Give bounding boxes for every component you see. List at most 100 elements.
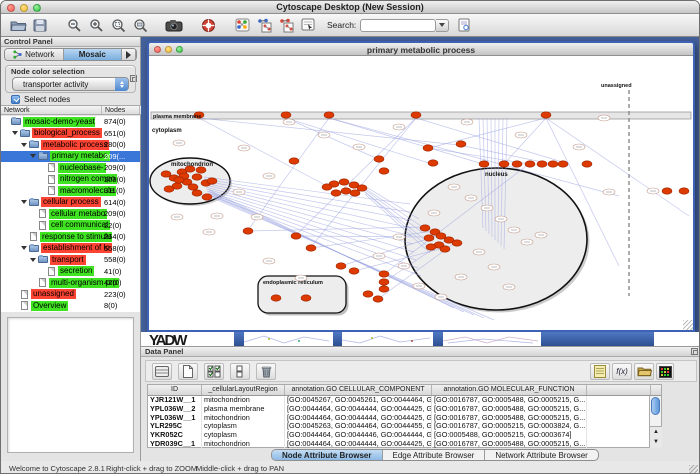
table-cell[interactable]: mitochondrion bbox=[202, 414, 285, 423]
tree-row[interactable]: nitrogen compo209(0) bbox=[1, 174, 140, 186]
tree-row-label[interactable]: primary metabo bbox=[50, 151, 110, 161]
zoom-in-icon[interactable] bbox=[85, 15, 107, 35]
expand-arrow-icon[interactable] bbox=[30, 258, 36, 265]
table-cell[interactable]: [GO:0016787, GO:0005488, GO:0005215, G..… bbox=[432, 414, 587, 423]
tree-row[interactable]: cell communicat22(0) bbox=[1, 220, 140, 232]
network-node[interactable] bbox=[339, 179, 349, 185]
table-row[interactable]: YPL036W__1mitochondrion[GO:0044464, GO:0… bbox=[148, 414, 661, 423]
network-node[interactable] bbox=[289, 158, 299, 164]
network-canvas[interactable]: plasma membranecytoplasmmitochondrionnuc… bbox=[149, 56, 693, 330]
network-node[interactable] bbox=[306, 245, 316, 251]
network-node[interactable] bbox=[349, 268, 359, 274]
tree-row-label[interactable]: cellular process bbox=[41, 197, 101, 207]
network-node[interactable] bbox=[428, 160, 438, 166]
tree-column-network[interactable]: Network bbox=[1, 106, 102, 114]
tree-row[interactable]: multi-organism pro42(0) bbox=[1, 277, 140, 289]
table-cell[interactable] bbox=[587, 405, 651, 414]
table-cell[interactable]: [GO:0045263, GO:0044464, GO:0044455, G..… bbox=[285, 422, 432, 431]
table-row[interactable]: YKR052Ccytoplasm[GO:0044464, GO:0044446,… bbox=[148, 431, 661, 440]
network-node[interactable] bbox=[281, 112, 291, 118]
expand-arrow-icon[interactable] bbox=[21, 143, 27, 150]
network-node[interactable] bbox=[324, 112, 334, 118]
network-node[interactable] bbox=[440, 246, 450, 252]
table-cell[interactable]: plasma membrane bbox=[202, 405, 285, 414]
tree-row[interactable]: transport558(0) bbox=[1, 254, 140, 266]
table-cell[interactable] bbox=[587, 396, 651, 405]
delete-attribute-icon[interactable] bbox=[256, 363, 276, 380]
network-node[interactable] bbox=[188, 184, 198, 190]
tree-row[interactable]: secretion41(0) bbox=[1, 266, 140, 278]
scrollbar-thumb[interactable] bbox=[651, 397, 660, 415]
annotation-panel-icon[interactable] bbox=[590, 363, 610, 380]
network-node[interactable] bbox=[271, 295, 281, 301]
network-node[interactable] bbox=[423, 145, 433, 151]
table-column-header[interactable]: ID bbox=[148, 385, 202, 395]
zoom-selected-icon[interactable] bbox=[107, 15, 129, 35]
network-node[interactable] bbox=[662, 188, 672, 194]
table-cell[interactable]: mitochondrion bbox=[202, 396, 285, 405]
network-node[interactable] bbox=[512, 161, 522, 167]
expand-arrow-icon[interactable] bbox=[21, 200, 27, 207]
table-column-header[interactable]: _cellularLayoutRegion bbox=[202, 385, 285, 395]
select-nodes-checkbox[interactable] bbox=[11, 95, 20, 104]
network-node[interactable] bbox=[301, 295, 311, 301]
network-resize-grip[interactable] bbox=[683, 320, 693, 330]
table-cell[interactable]: [GO:0016787, GO:0005215, GO:0003824, G..… bbox=[432, 422, 587, 431]
table-column-header[interactable]: annotation.GO MOLECULAR_FUNCTION bbox=[432, 385, 587, 395]
network-node[interactable] bbox=[541, 112, 551, 118]
table-cell[interactable]: cytoplasm bbox=[202, 431, 285, 440]
scroll-down-icon[interactable]: ▼ bbox=[650, 437, 662, 447]
table-cell[interactable] bbox=[587, 440, 651, 449]
tree-row-label[interactable]: transport bbox=[50, 255, 86, 265]
zoom-fit-icon[interactable] bbox=[129, 15, 151, 35]
background-windows-strip[interactable]: YADW bbox=[141, 332, 700, 346]
tree-row[interactable]: nucleobase-209(0) bbox=[1, 162, 140, 174]
table-cell[interactable]: YLR295C bbox=[148, 422, 202, 431]
table-cell[interactable]: YPL036W__2 bbox=[148, 405, 202, 414]
table-cell[interactable]: cytoplasm bbox=[202, 422, 285, 431]
network-node[interactable] bbox=[679, 188, 689, 194]
tree-row-label[interactable]: response to stimulu bbox=[40, 232, 112, 242]
network-node[interactable] bbox=[456, 141, 466, 147]
network-node[interactable] bbox=[192, 174, 202, 180]
table-cell[interactable]: [GO:0016787, GO:0005488, GO:0005215, G..… bbox=[432, 405, 587, 414]
tab-network[interactable]: Network bbox=[5, 49, 64, 60]
network-node[interactable] bbox=[331, 190, 341, 196]
tree-row-label[interactable]: cell communicat bbox=[49, 220, 110, 230]
table-cell[interactable]: [GO:0016787, GO:0005488, GO:0005215, G..… bbox=[432, 440, 587, 449]
network-node[interactable] bbox=[336, 263, 346, 269]
network-node[interactable] bbox=[243, 228, 253, 234]
network-node[interactable] bbox=[582, 161, 592, 167]
table-row[interactable]: YLR295Ccytoplasm[GO:0045263, GO:0044464,… bbox=[148, 422, 661, 431]
tree-row[interactable]: biological_process651(0) bbox=[1, 128, 140, 140]
network-node[interactable] bbox=[525, 161, 535, 167]
network-node[interactable] bbox=[207, 178, 217, 184]
tab-edge-attribute-browser[interactable]: Edge Attribute Browser bbox=[383, 450, 486, 460]
tree-row[interactable]: metabolic process280(0) bbox=[1, 139, 140, 151]
network-node[interactable] bbox=[379, 271, 389, 277]
table-cell[interactable]: [GO:0044464, GO:0044446, GO:0044444, G..… bbox=[285, 431, 432, 440]
network-node[interactable] bbox=[537, 161, 547, 167]
network-node[interactable] bbox=[341, 188, 351, 194]
network-node[interactable] bbox=[357, 185, 367, 191]
network-node[interactable] bbox=[322, 184, 332, 190]
select-attributes-icon[interactable] bbox=[204, 363, 224, 380]
table-cell[interactable] bbox=[587, 431, 651, 440]
network-node[interactable] bbox=[379, 286, 389, 292]
network-node[interactable] bbox=[192, 190, 202, 196]
import-attributes-icon[interactable] bbox=[634, 363, 654, 380]
network-node[interactable] bbox=[548, 161, 558, 167]
tab-mosaic[interactable]: Mosaic bbox=[64, 49, 123, 60]
function-builder-icon[interactable]: f(x) bbox=[612, 363, 632, 380]
tab-overflow-arrow[interactable] bbox=[122, 49, 136, 60]
tree-column-nodes[interactable]: Nodes bbox=[102, 106, 140, 114]
table-cell[interactable]: [GO:0005488, GO:0005215, GO:0003674] bbox=[432, 431, 587, 440]
tree-row[interactable]: mosaic-demo-yeast874(0) bbox=[1, 116, 140, 128]
tree-row[interactable]: primary metabo209(... bbox=[1, 151, 140, 163]
table-cell[interactable]: [GO:0045267, GO:0045261, GO:0044464, G..… bbox=[285, 396, 432, 405]
network-node[interactable] bbox=[558, 161, 568, 167]
table-cell[interactable]: [GO:0044464, GO:0044444, GO:0044425, G..… bbox=[285, 440, 432, 449]
table-cell[interactable]: YDR039C__1 bbox=[148, 440, 202, 449]
tree-row-label[interactable]: nucleobase- bbox=[58, 163, 106, 173]
table-cell[interactable] bbox=[587, 414, 651, 423]
